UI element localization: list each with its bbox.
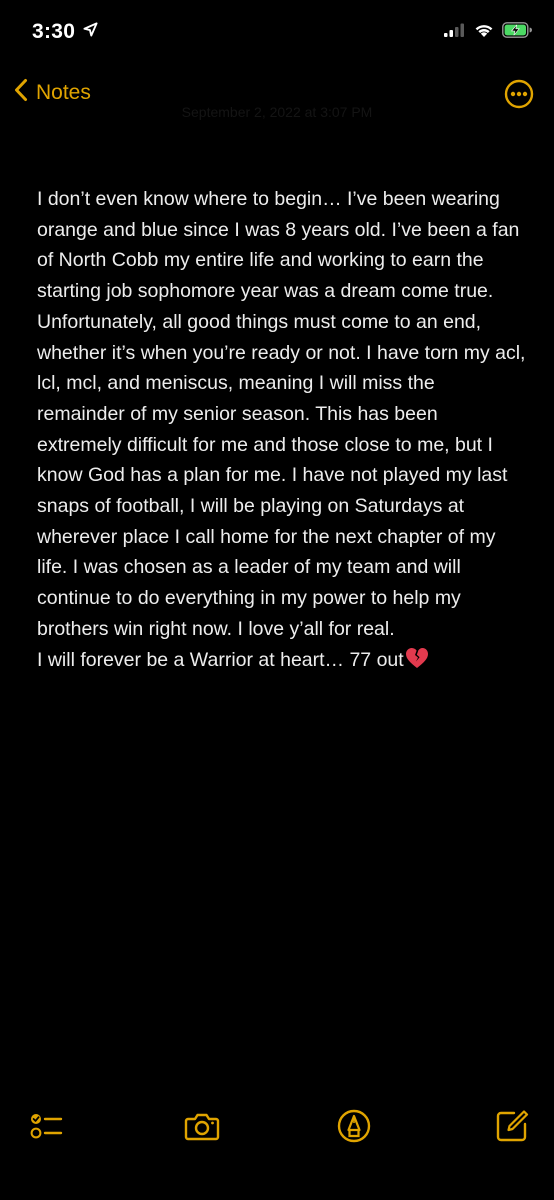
back-button[interactable]: Notes [14, 78, 91, 107]
checklist-icon [28, 1114, 64, 1148]
nav-bar: Notes September 2, 2022 at 3:07 PM [0, 72, 554, 120]
compose-icon [494, 1110, 530, 1148]
camera-icon [184, 1113, 220, 1148]
wifi-icon [474, 23, 494, 43]
status-indicators [444, 22, 532, 43]
bottom-toolbar [0, 1098, 554, 1158]
compose-button[interactable] [494, 1108, 530, 1144]
broken-heart-icon [405, 647, 429, 679]
status-bar: 3:30 [0, 0, 554, 66]
note-closing-text: I will forever be a Warrior at heart… 77… [37, 648, 404, 671]
ellipsis-circle-icon [503, 79, 535, 114]
note-text-area[interactable]: I don’t even know where to begin… I’ve b… [37, 184, 527, 678]
back-label: Notes [36, 80, 91, 104]
location-arrow-icon [83, 22, 98, 42]
checklist-button[interactable] [28, 1108, 64, 1144]
markup-pen-icon [336, 1109, 372, 1148]
status-time-group: 3:30 [32, 20, 98, 44]
more-button[interactable] [503, 78, 535, 110]
note-paragraph: I don’t even know where to begin… I’ve b… [37, 188, 531, 640]
note-closing-line: I will forever be a Warrior at heart… 77… [37, 645, 527, 679]
markup-button[interactable] [336, 1108, 372, 1144]
battery-charging-icon [502, 22, 532, 43]
cellular-signal-icon [444, 23, 466, 42]
chevron-left-icon [14, 78, 28, 107]
note-date: September 2, 2022 at 3:07 PM [181, 104, 373, 120]
status-time: 3:30 [32, 20, 76, 43]
camera-button[interactable] [184, 1108, 220, 1144]
